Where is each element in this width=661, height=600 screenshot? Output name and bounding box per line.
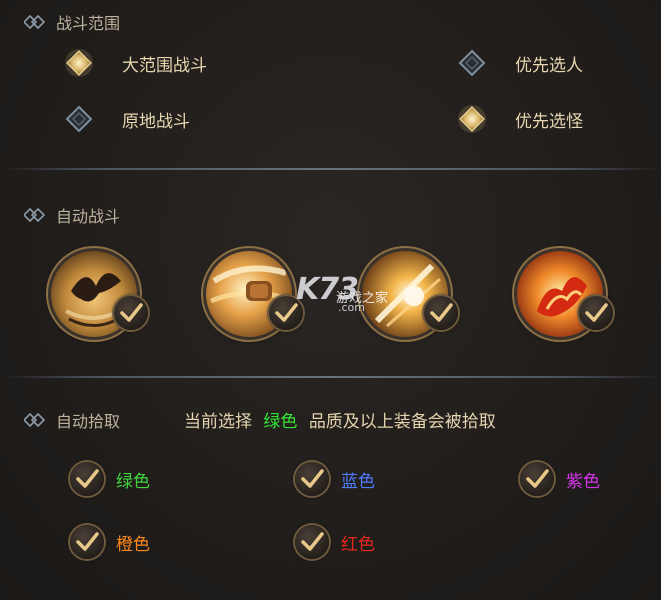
section-divider xyxy=(0,376,661,378)
checkmark-icon xyxy=(585,303,608,322)
checkmark-icon xyxy=(430,303,453,322)
option-stay-in-place[interactable]: 原地战斗 xyxy=(64,104,190,134)
settings-panel: 战斗范围 大范围战斗 优先选人 原地战斗 优先选怪 自动战斗 K73 游戏之家 … xyxy=(0,0,661,600)
quality-checkbox-green[interactable]: 绿色 xyxy=(70,462,150,496)
desc-highlight-quality: 绿色 xyxy=(263,412,298,432)
double-diamond-icon xyxy=(24,15,46,29)
section-title-range: 战斗范围 xyxy=(24,10,120,34)
option-label: 优先选怪 xyxy=(515,111,583,132)
option-prefer-player[interactable]: 优先选人 xyxy=(457,48,583,78)
quality-checkbox-orange[interactable]: 橙色 xyxy=(70,525,150,559)
option-label: 优先选人 xyxy=(515,55,583,76)
quality-label-red: 红色 xyxy=(341,534,375,555)
diamond-selected-icon xyxy=(64,48,94,78)
k73-watermark: K73 游戏之家 .com xyxy=(296,272,406,316)
auto-pick-description: 当前选择 绿色 品质及以上装备会被拾取 xyxy=(184,407,496,432)
quality-label-blue: 蓝色 xyxy=(341,471,375,492)
diamond-unselected-icon xyxy=(64,104,94,134)
desc-suffix: 品质及以上装备会被拾取 xyxy=(308,412,496,432)
option-label: 大范围战斗 xyxy=(122,55,207,76)
quality-checkbox-purple[interactable]: 紫色 xyxy=(520,462,600,496)
checkbox-checked-icon xyxy=(295,525,329,559)
diamond-unselected-icon xyxy=(457,48,487,78)
quality-checkbox-blue[interactable]: 蓝色 xyxy=(295,462,375,496)
skill-4-check[interactable] xyxy=(579,296,613,330)
section-title-auto-pick: 自动拾取 xyxy=(24,408,120,432)
checkbox-checked-icon xyxy=(520,462,554,496)
quality-label-purple: 紫色 xyxy=(566,471,600,492)
option-prefer-monster[interactable]: 优先选怪 xyxy=(457,104,583,134)
double-diamond-icon xyxy=(24,208,46,222)
option-label: 原地战斗 xyxy=(122,111,190,132)
quality-label-orange: 橙色 xyxy=(116,534,150,555)
option-wide-range[interactable]: 大范围战斗 xyxy=(64,48,207,78)
section-title-auto-pick-text: 自动拾取 xyxy=(56,412,121,431)
desc-prefix: 当前选择 xyxy=(184,412,252,432)
section-title-auto-fight: 自动战斗 xyxy=(24,203,120,227)
skill-3-check[interactable] xyxy=(424,296,458,330)
section-title-auto-fight-text: 自动战斗 xyxy=(56,207,121,226)
double-diamond-icon xyxy=(24,413,46,427)
watermark-domain: .com xyxy=(338,301,365,314)
section-title-range-text: 战斗范围 xyxy=(56,14,121,33)
checkbox-checked-icon xyxy=(295,462,329,496)
quality-label-green: 绿色 xyxy=(116,471,150,492)
checkbox-checked-icon xyxy=(70,462,104,496)
checkmark-icon xyxy=(120,303,143,322)
section-divider xyxy=(0,168,661,170)
quality-checkbox-red[interactable]: 红色 xyxy=(295,525,375,559)
diamond-selected-icon xyxy=(457,104,487,134)
checkbox-checked-icon xyxy=(70,525,104,559)
skill-1-check[interactable] xyxy=(114,296,148,330)
